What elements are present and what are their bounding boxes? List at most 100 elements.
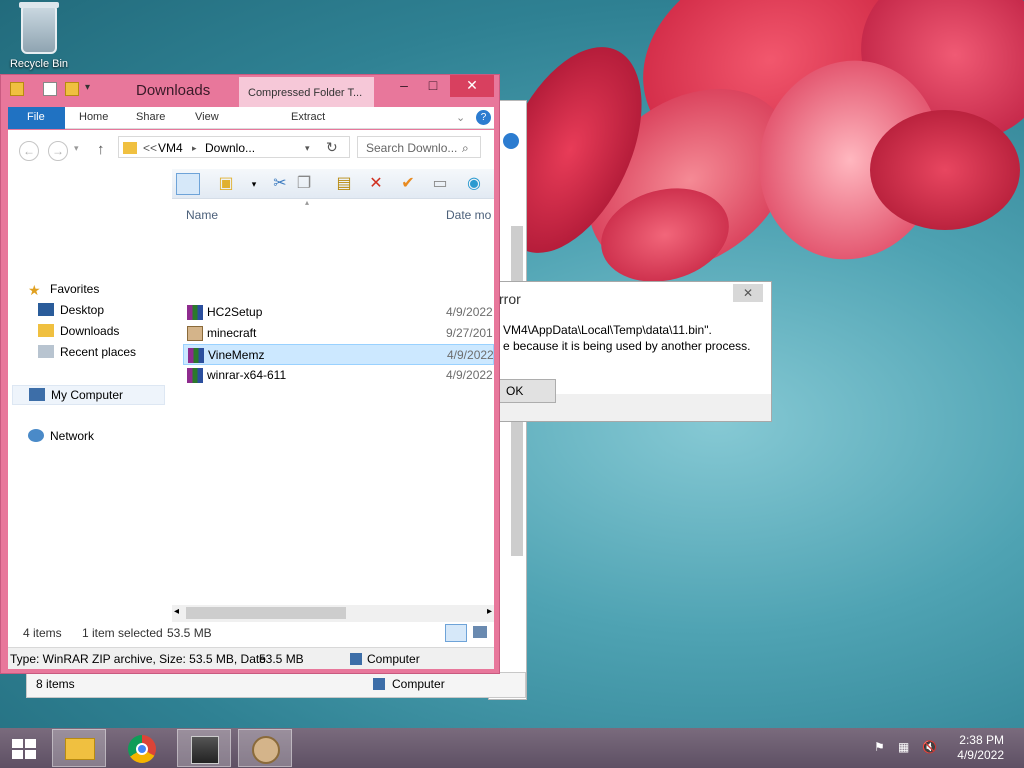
winrar-archive-icon <box>188 348 204 363</box>
explorer-window[interactable]: ▾ Downloads Compressed Folder T... – □ ✕… <box>0 74 500 674</box>
details-bar: Type: WinRAR ZIP archive, Size: 53.5 MB,… <box>8 647 494 669</box>
checkmark-icon[interactable]: ✔ <box>396 173 420 195</box>
taskbar-file-explorer[interactable] <box>52 729 106 767</box>
selection-size: 53.5 MB <box>167 626 212 640</box>
file-type-info: Type: WinRAR ZIP archive, Size: 53.5 MB,… <box>10 652 266 666</box>
selection-count: 1 item selected <box>82 626 163 640</box>
back-button[interactable]: ← <box>19 141 39 161</box>
delete-icon[interactable]: ✕ <box>364 173 388 195</box>
winrar-archive-icon <box>187 368 203 383</box>
copy-icon[interactable]: ❐ <box>292 173 316 195</box>
clock-time: 2:38 PM <box>959 733 1004 747</box>
recycle-bin-icon <box>19 2 59 54</box>
status-bar: 4 items 1 item selected 53.5 MB <box>8 622 494 644</box>
error-title: rror <box>499 291 521 307</box>
background-status-bar: 8 items Computer <box>26 672 526 698</box>
taskbar-winrar[interactable] <box>177 729 231 767</box>
recycle-bin-label: Recycle Bin <box>9 58 69 70</box>
up-arrow-icon[interactable]: ↑ <box>97 141 105 158</box>
scrollbar-thumb[interactable] <box>186 607 346 619</box>
customize-qat-icon[interactable]: ▾ <box>85 82 99 96</box>
file-size-info: 53.5 MB <box>259 652 304 666</box>
cut-icon[interactable]: ✂ <box>268 173 292 195</box>
address-bar[interactable]: << VM4 ▸ Downlo... ▾ ↻ <box>118 136 350 158</box>
nav-desktop[interactable]: Desktop <box>38 303 104 323</box>
nav-network[interactable]: Network <box>28 429 94 449</box>
computer-icon <box>373 678 385 690</box>
volume-muted-icon[interactable]: 🔇 <box>922 740 938 756</box>
error-close-button[interactable]: ✕ <box>733 284 763 302</box>
file-row-hc2setup[interactable]: HC2Setup 4/9/2022 <box>183 302 494 323</box>
properties-icon[interactable]: ▭ <box>428 173 452 195</box>
explorer-content: ← → ▾ ↑ << VM4 ▸ Downlo... ▾ ↻ Search Do… <box>8 130 494 668</box>
network-icon <box>28 429 44 442</box>
large-icons-view-icon[interactable] <box>473 626 487 638</box>
taskbar-chrome[interactable] <box>116 729 170 767</box>
tab-share[interactable]: Share <box>136 111 165 123</box>
recent-places-icon <box>38 345 54 358</box>
navigation-pane-icon[interactable] <box>176 173 200 195</box>
minimize-button[interactable]: – <box>391 75 417 97</box>
recent-locations-icon[interactable]: ▾ <box>74 143 79 154</box>
expand-ribbon-icon[interactable]: ⌄ <box>456 111 465 124</box>
nav-favorites[interactable]: ★ Favorites <box>28 282 99 302</box>
disc-installer-icon <box>252 736 280 764</box>
location-info: Computer <box>367 652 420 666</box>
address-chevrons[interactable]: << <box>143 141 157 155</box>
compressed-folder-tools-tab[interactable]: Compressed Folder T... <box>239 77 374 107</box>
ok-button[interactable]: OK <box>499 379 556 403</box>
nav-downloads[interactable]: Downloads <box>38 324 119 344</box>
new-file-icon[interactable] <box>43 82 57 96</box>
refresh-icon[interactable]: ↻ <box>326 139 338 156</box>
address-dropdown-icon[interactable]: ▾ <box>305 143 310 154</box>
chrome-icon <box>128 735 156 763</box>
tab-home[interactable]: Home <box>79 111 108 123</box>
address-segment-downloads[interactable]: Downlo... <box>205 141 255 155</box>
ribbon-tabs: File Home Share View Extract ⌄ ? <box>8 107 494 129</box>
file-row-minecraft[interactable]: minecraft 9/27/201 <box>183 323 494 344</box>
new-folder-icon[interactable] <box>65 82 79 96</box>
file-row-winrar[interactable]: winrar-x64-611 4/9/2022 <box>183 365 494 386</box>
column-header-date[interactable]: Date mo <box>446 208 491 222</box>
breadcrumb-separator-icon[interactable]: ▸ <box>192 143 197 154</box>
error-dialog[interactable]: rror ✕ VM4\AppData\Local\Temp\data\11.bi… <box>498 281 772 422</box>
details-view-icon[interactable] <box>445 624 467 642</box>
help-icon[interactable]: ? <box>476 110 491 125</box>
background-location: Computer <box>392 677 445 691</box>
nav-recent-places[interactable]: Recent places <box>38 345 136 365</box>
file-explorer-icon <box>65 738 95 760</box>
file-row-vinememz[interactable]: VineMemz 4/9/2022 <box>183 344 494 365</box>
column-header-name[interactable]: Name <box>186 208 218 222</box>
system-clock[interactable]: 2:38 PM 4/9/2022 <box>957 733 1004 763</box>
tab-extract[interactable]: Extract <box>291 111 325 123</box>
recycle-bin-desktop-icon[interactable]: Recycle Bin <box>6 2 72 70</box>
maximize-button[interactable]: □ <box>420 75 446 97</box>
installer-icon <box>187 326 203 341</box>
start-button[interactable] <box>0 729 54 767</box>
close-button[interactable]: ✕ <box>450 75 494 97</box>
search-icon: ⌕ <box>462 141 469 155</box>
shell-icon[interactable]: ◉ <box>462 173 486 195</box>
folder-properties-icon[interactable] <box>10 82 24 96</box>
address-segment-vm4[interactable]: VM4 <box>158 141 183 155</box>
taskbar-installer[interactable] <box>238 729 292 767</box>
scroll-right-icon[interactable]: ▸ <box>487 606 492 617</box>
help-icon[interactable] <box>503 133 519 149</box>
clock-date: 4/9/2022 <box>957 748 1004 762</box>
sort-indicator-icon: ▴ <box>305 198 310 207</box>
forward-button[interactable]: → <box>48 141 68 161</box>
star-icon: ★ <box>28 282 41 298</box>
scroll-left-icon[interactable]: ◂ <box>174 606 179 617</box>
error-title-bar: rror ✕ <box>499 282 771 314</box>
nav-my-computer[interactable]: My Computer <box>12 385 165 405</box>
action-center-flag-icon[interactable]: ⚑ <box>874 740 890 756</box>
folder-options-icon[interactable]: ▣ <box>214 173 238 195</box>
options-dropdown-icon[interactable]: ▾ <box>242 173 266 195</box>
tab-view[interactable]: View <box>195 111 219 123</box>
horizontal-scrollbar[interactable]: ◂ ▸ <box>172 605 494 622</box>
paste-icon[interactable]: ▤ <box>332 173 356 195</box>
error-line-1: VM4\AppData\Local\Temp\data\11.bin". <box>503 323 712 337</box>
network-status-icon[interactable]: ▦ <box>898 740 914 756</box>
error-line-2: e because it is being used by another pr… <box>503 339 751 353</box>
tab-file[interactable]: File <box>8 107 65 129</box>
